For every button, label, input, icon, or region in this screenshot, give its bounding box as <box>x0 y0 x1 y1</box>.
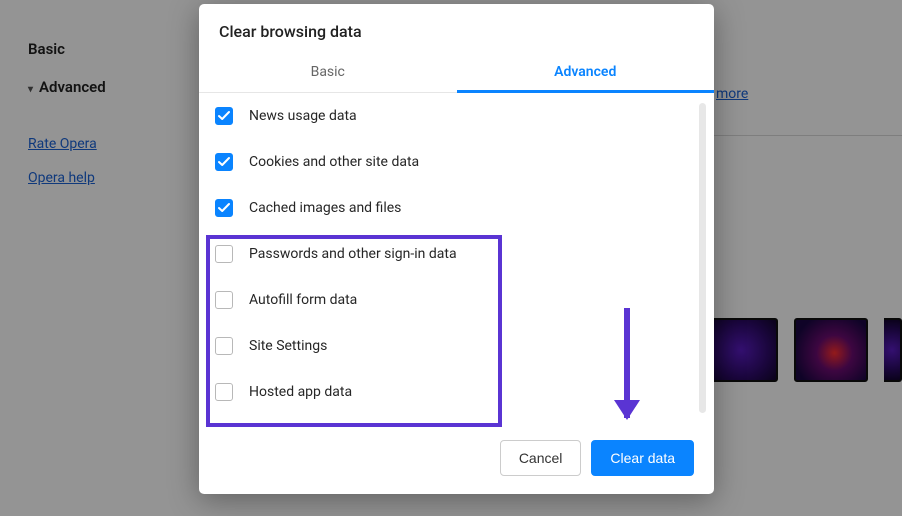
option-autofill: Autofill form data <box>215 277 714 323</box>
option-label: Cookies and other site data <box>249 154 419 170</box>
clear-data-button[interactable]: Clear data <box>591 440 694 476</box>
tab-basic[interactable]: Basic <box>199 55 457 92</box>
option-label: Site Settings <box>249 338 327 354</box>
annotation-arrow <box>624 308 630 418</box>
dialog-tabs: Basic Advanced <box>199 55 714 93</box>
checkbox-hosted-app-data[interactable] <box>215 383 233 401</box>
clear-browsing-data-dialog: Clear browsing data Basic Advanced News … <box>199 4 714 494</box>
checkbox-news-usage-data[interactable] <box>215 107 233 125</box>
option-label: Hosted app data <box>249 384 352 400</box>
option-label: Cached images and files <box>249 200 401 216</box>
checkbox-cached-images[interactable] <box>215 199 233 217</box>
option-news-usage-data: News usage data <box>215 93 714 139</box>
checkbox-passwords[interactable] <box>215 245 233 263</box>
checkbox-cookies[interactable] <box>215 153 233 171</box>
dialog-title: Clear browsing data <box>199 4 714 55</box>
option-label: Autofill form data <box>249 292 357 308</box>
checkbox-site-settings[interactable] <box>215 337 233 355</box>
checkbox-autofill[interactable] <box>215 291 233 309</box>
option-label: Passwords and other sign-in data <box>249 246 457 262</box>
option-cached-images: Cached images and files <box>215 185 714 231</box>
option-site-settings: Site Settings <box>215 323 714 369</box>
tab-advanced[interactable]: Advanced <box>457 55 715 93</box>
option-passwords: Passwords and other sign-in data <box>215 231 714 277</box>
scrollbar[interactable] <box>699 103 706 413</box>
cancel-button[interactable]: Cancel <box>500 440 582 476</box>
option-label: News usage data <box>249 108 357 124</box>
dialog-footer: Cancel Clear data <box>199 424 714 494</box>
options-scroll-area: News usage data Cookies and other site d… <box>199 93 714 424</box>
option-cookies: Cookies and other site data <box>215 139 714 185</box>
